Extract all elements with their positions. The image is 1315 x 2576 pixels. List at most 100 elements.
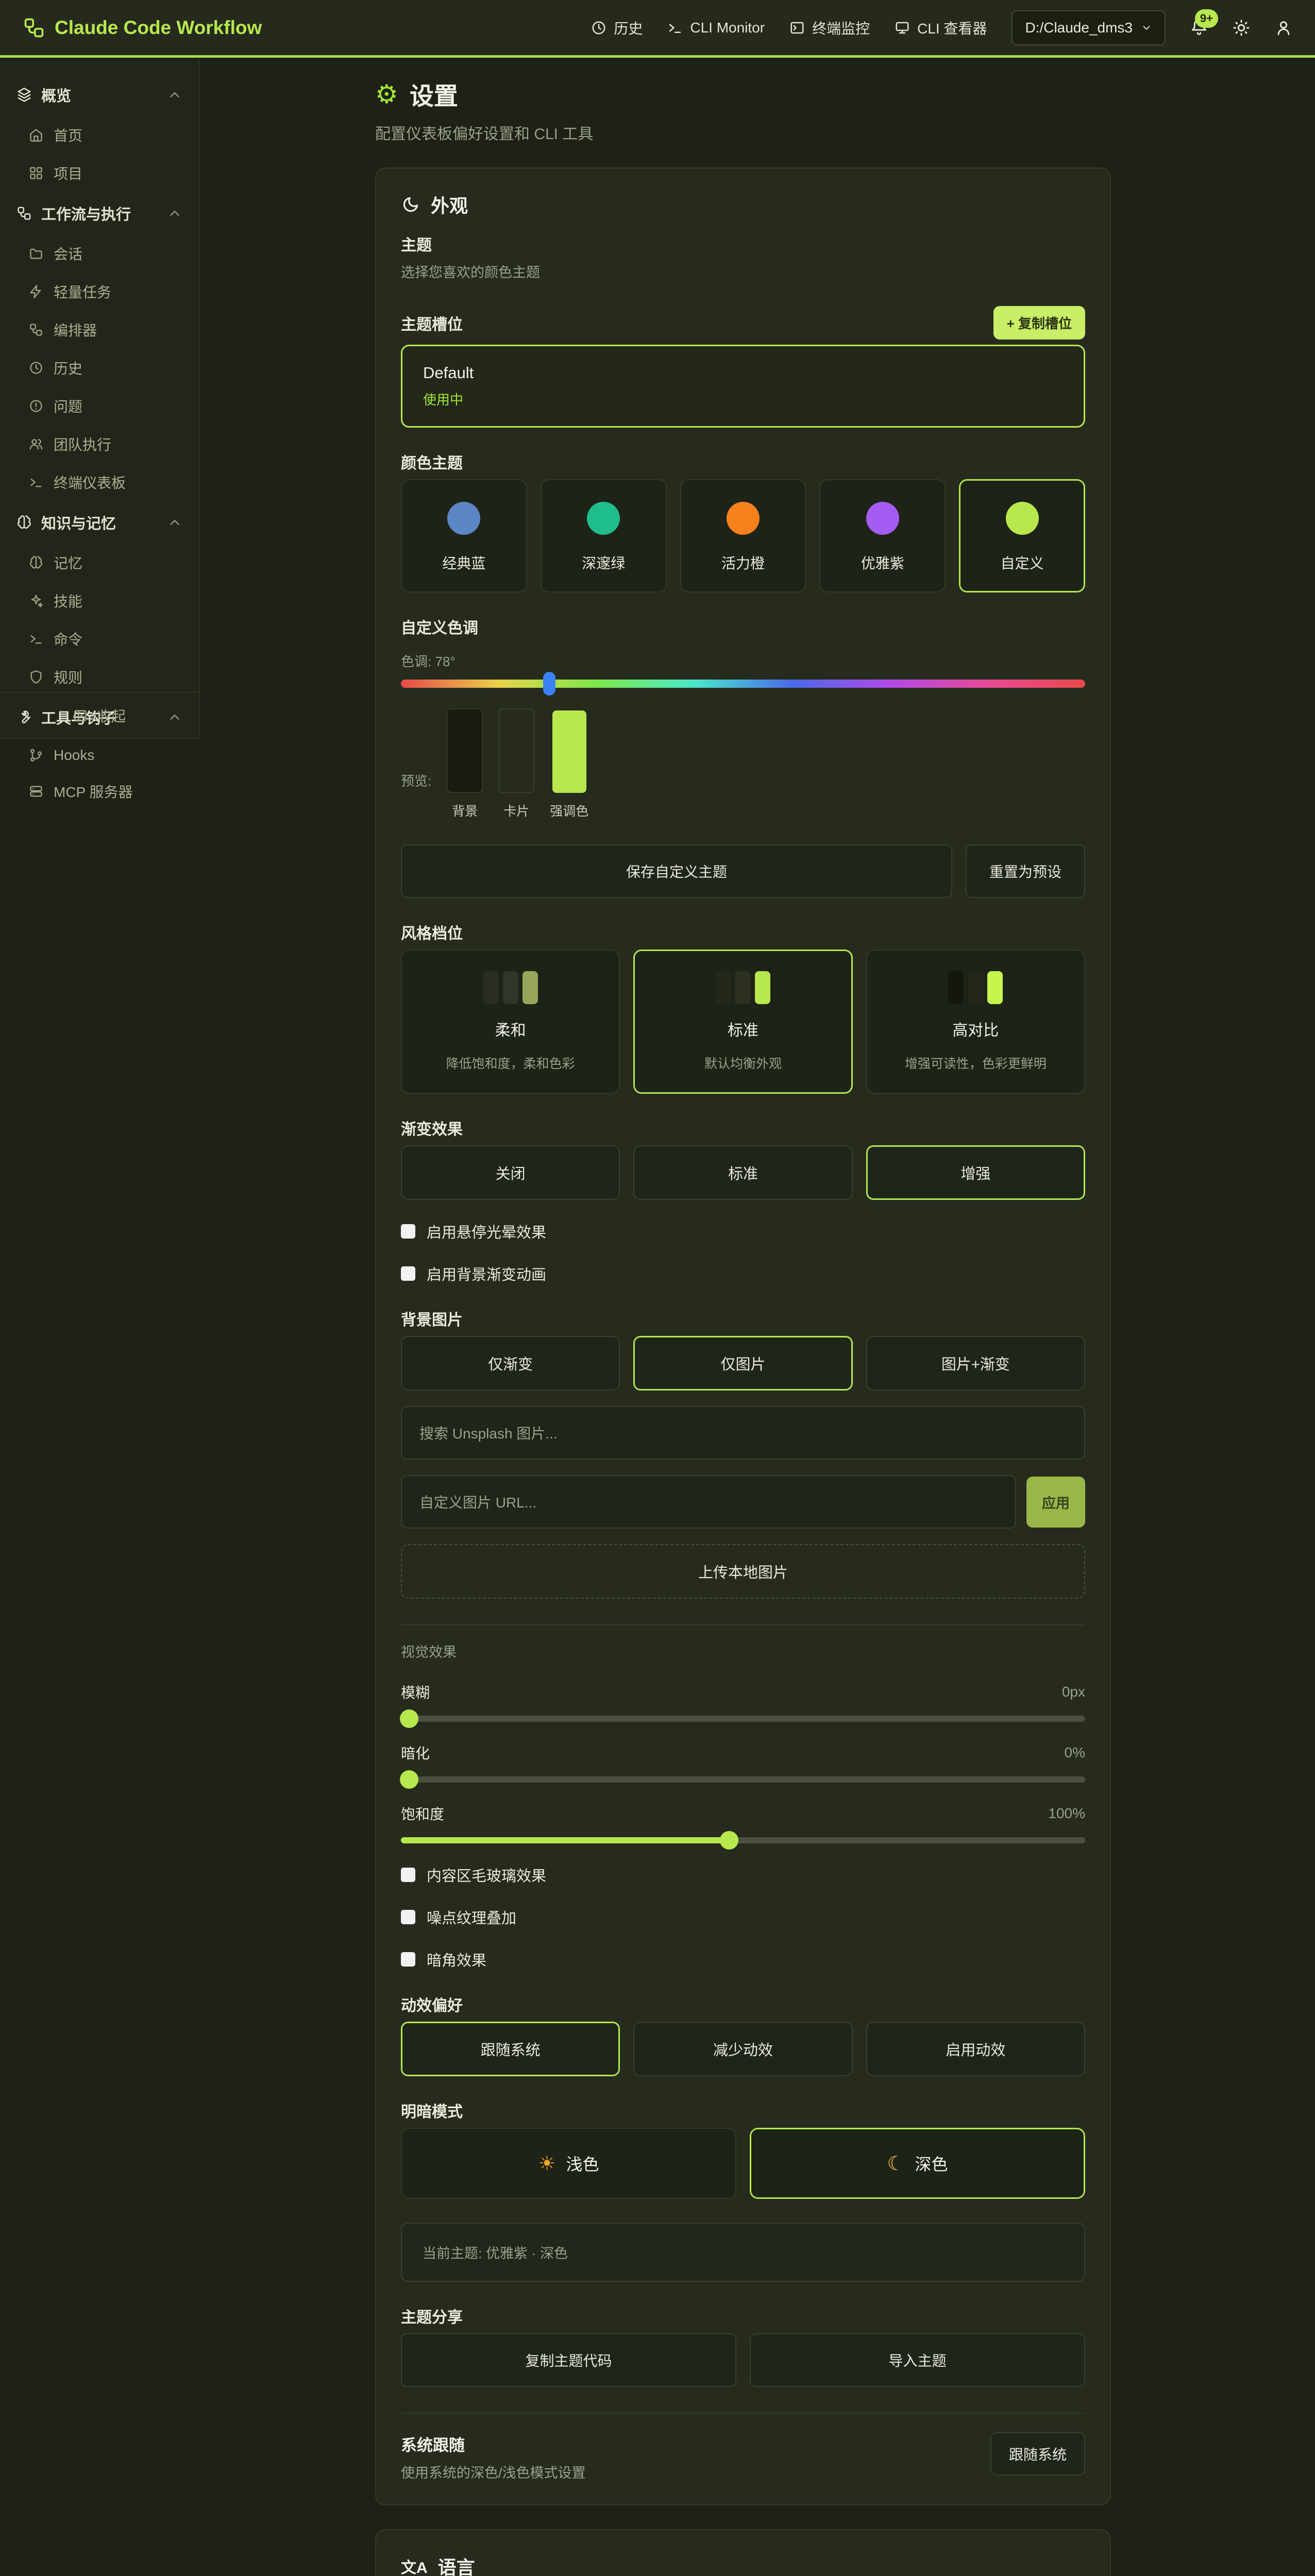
copy-slot-button[interactable]: + 复制槽位	[993, 306, 1085, 340]
sidebar-group-knowledge[interactable]: 知识与记忆	[9, 501, 190, 544]
sidebar-item-issues[interactable]: 问题	[15, 387, 190, 425]
hue-slider-thumb[interactable]	[543, 672, 555, 696]
reset-preset-button[interactable]: 重置为预设	[966, 844, 1085, 898]
vignette-checkbox-row[interactable]: 暗角效果	[401, 1948, 1085, 1970]
sidebar-item-history[interactable]: 历史	[15, 349, 190, 387]
style-soft[interactable]: 柔和 降低饱和度，柔和色彩	[401, 950, 620, 1094]
swatch	[552, 710, 586, 793]
sidebar-item-hooks[interactable]: Hooks	[15, 738, 190, 772]
darken-slider-thumb[interactable]	[400, 1770, 418, 1789]
user-icon[interactable]	[1275, 19, 1292, 37]
sidebar-item-rules[interactable]: 规则	[15, 658, 190, 696]
unsplash-search-input[interactable]: 搜索 Unsplash 图片...	[401, 1406, 1085, 1460]
bg-image-options: 仅渐变 仅图片 图片+渐变	[401, 1336, 1085, 1391]
terminal-icon	[667, 20, 683, 36]
nav-cli-monitor[interactable]: CLI Monitor	[667, 20, 765, 36]
sidebar-group-workflow[interactable]: 工作流与执行	[9, 192, 190, 234]
sun-icon: ☀	[538, 2152, 555, 2175]
darken-slider[interactable]	[401, 1776, 1085, 1783]
gradient-standard[interactable]: 标准	[633, 1145, 852, 1200]
checkbox-unchecked[interactable]	[401, 1910, 415, 1924]
saturation-slider[interactable]	[401, 1837, 1085, 1843]
bg-image-plus-gradient[interactable]: 图片+渐变	[866, 1336, 1085, 1391]
sidebar-item-label: 历史	[54, 358, 82, 378]
noise-checkbox-row[interactable]: 噪点纹理叠加	[401, 1906, 1085, 1928]
checkbox-unchecked[interactable]	[401, 1266, 415, 1281]
nav-cli-viewer[interactable]: CLI 查看器	[895, 18, 987, 38]
glass-checkbox-row[interactable]: 内容区毛玻璃效果	[401, 1864, 1085, 1886]
palette-deep-green[interactable]: 深邃绿	[541, 479, 667, 592]
bg-animation-checkbox-row[interactable]: 启用背景渐变动画	[401, 1263, 1085, 1284]
palette-elegant-purple[interactable]: 优雅紫	[819, 479, 946, 592]
copy-theme-code-button[interactable]: 复制主题代码	[401, 2333, 736, 2387]
blur-slider-thumb[interactable]	[400, 1709, 418, 1728]
bg-image-only[interactable]: 仅图片	[633, 1336, 852, 1391]
sidebar-item-skills[interactable]: 技能	[15, 582, 190, 620]
checkbox-unchecked[interactable]	[401, 1952, 415, 1967]
save-custom-theme-button[interactable]: 保存自定义主题	[401, 844, 952, 898]
sidebar-item-label: 终端仪表板	[54, 472, 126, 493]
blur-slider[interactable]	[401, 1716, 1085, 1722]
sidebar-item-home[interactable]: 首页	[15, 116, 190, 154]
mode-options: ☀浅色 ☾深色	[401, 2128, 1085, 2199]
sidebar-item-terminal-dashboard[interactable]: 终端仪表板	[15, 463, 190, 501]
sidebar-item-light-tasks[interactable]: 轻量任务	[15, 273, 190, 311]
palette-vibrant-orange[interactable]: 活力橙	[680, 479, 806, 592]
bg-gradient-only[interactable]: 仅渐变	[401, 1336, 620, 1391]
apply-url-button[interactable]: 应用	[1026, 1477, 1085, 1528]
theme-slot-default[interactable]: Default 使用中	[401, 345, 1085, 428]
slot-name: Default	[423, 364, 1063, 382]
sidebar-item-sessions[interactable]: 会话	[15, 234, 190, 273]
motion-follow-system[interactable]: 跟随系统	[401, 2022, 620, 2076]
nav-terminal-monitor-label: 终端监控	[812, 18, 870, 38]
app-header: Claude Code Workflow 历史 CLI Monitor 终端监控…	[0, 0, 1315, 58]
checkbox-unchecked[interactable]	[401, 1868, 415, 1882]
nav-terminal-monitor[interactable]: 终端监控	[789, 18, 870, 38]
nav-history-label: 历史	[614, 18, 643, 38]
motion-enabled[interactable]: 启用动效	[866, 2022, 1085, 2076]
nav-history[interactable]: 历史	[591, 18, 643, 38]
nav-cli-monitor-label: CLI Monitor	[690, 20, 765, 36]
custom-image-url-input[interactable]: 自定义图片 URL...	[401, 1475, 1016, 1529]
system-follow-title: 系统跟随	[401, 2432, 586, 2455]
sidebar-item-team-execution[interactable]: 团队执行	[15, 425, 190, 463]
darken-value: 0%	[1065, 1744, 1085, 1761]
palette-swatch	[1006, 502, 1039, 535]
import-theme-button[interactable]: 导入主题	[750, 2333, 1085, 2387]
header-nav: 历史 CLI Monitor 终端监控 CLI 查看器 D:/Claude_dm…	[591, 10, 1292, 45]
style-high-contrast[interactable]: 高对比 增强可读性，色彩更鲜明	[866, 950, 1085, 1094]
home-icon	[29, 128, 43, 142]
sidebar-group-overview[interactable]: 概览	[9, 74, 190, 116]
theme-toggle-sun-icon[interactable]	[1233, 19, 1250, 37]
palette-swatch	[727, 502, 760, 535]
hue-slider[interactable]	[401, 680, 1085, 688]
palette-custom[interactable]: 自定义	[959, 479, 1085, 592]
sidebar-item-mcp-servers[interactable]: MCP 服务器	[15, 772, 190, 810]
saturation-slider-thumb[interactable]	[720, 1831, 738, 1850]
preview-label: 预览:	[401, 771, 431, 820]
gradient-off[interactable]: 关闭	[401, 1145, 620, 1200]
style-standard[interactable]: 标准 默认均衡外观	[633, 950, 852, 1094]
upload-local-image-button[interactable]: 上传本地图片	[401, 1544, 1085, 1599]
sidebar-item-projects[interactable]: 项目	[15, 154, 190, 192]
sidebar-collapse-button[interactable]: 收起	[0, 692, 199, 738]
motion-reduced[interactable]: 减少动效	[633, 2022, 852, 2076]
chevron-up-icon	[167, 515, 182, 530]
gradient-label: 渐变效果	[401, 1116, 1085, 1139]
sidebar-item-orchestrator[interactable]: 编排器	[15, 311, 190, 349]
mode-light[interactable]: ☀浅色	[401, 2128, 736, 2199]
palette-classic-blue[interactable]: 经典蓝	[401, 479, 527, 592]
sidebar-item-memory[interactable]: 记忆	[15, 544, 190, 582]
sidebar-item-commands[interactable]: 命令	[15, 620, 190, 658]
system-follow-button[interactable]: 跟随系统	[990, 2432, 1085, 2476]
brain-icon	[29, 555, 43, 570]
mode-dark[interactable]: ☾深色	[750, 2128, 1085, 2199]
moon-icon	[401, 195, 420, 214]
notifications-button[interactable]: 9+	[1190, 18, 1208, 38]
hover-glow-checkbox-row[interactable]: 启用悬停光晕效果	[401, 1221, 1085, 1242]
project-selector[interactable]: D:/Claude_dms3	[1011, 10, 1166, 45]
gradient-enhanced[interactable]: 增强	[866, 1145, 1085, 1200]
checkbox-unchecked[interactable]	[401, 1224, 415, 1239]
nav-cli-viewer-label: CLI 查看器	[917, 18, 987, 38]
page-title-row: ⚙ 设置	[375, 76, 1111, 112]
